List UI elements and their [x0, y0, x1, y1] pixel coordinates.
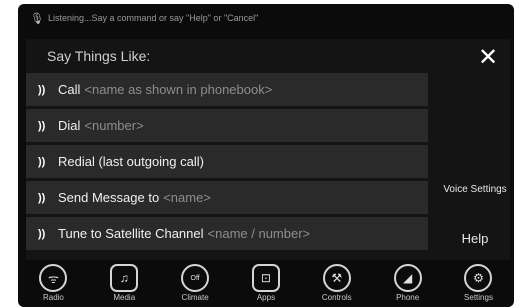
nav-label: Apps	[256, 293, 276, 302]
nav-label: Media	[113, 293, 136, 302]
bottom-nav-bar: ᯤ Radio ♫ Media Off Climate ⊡ Apps ⚒ Con…	[18, 261, 514, 307]
nav-label: Climate	[181, 293, 209, 302]
speak-icon: ))	[38, 119, 46, 132]
nav-controls[interactable]: ⚒ Controls	[309, 261, 365, 302]
command-text: Dial	[58, 118, 81, 133]
nav-media[interactable]: ♫ Media	[96, 261, 152, 302]
command-text: Tune to Satellite Channel	[58, 226, 204, 241]
speak-icon: ))	[38, 155, 46, 168]
wrench-icon: ⚒	[322, 264, 351, 292]
status-bar: 🎙 Listening...Say a command or say "Help…	[18, 4, 514, 32]
help-button[interactable]: Help	[440, 228, 510, 250]
command-text: Send Message to	[58, 190, 160, 205]
command-text: Call	[58, 82, 81, 97]
command-hint: <name>	[163, 190, 211, 205]
status-text: Listening...Say a command or say "Help" …	[47, 13, 259, 23]
command-dial[interactable]: )) Dial <number>	[26, 109, 428, 142]
speak-icon: ))	[38, 191, 46, 204]
nav-label: Radio	[42, 293, 64, 302]
command-redial[interactable]: )) Redial (last outgoing call)	[26, 145, 428, 178]
panel-header: Say Things Like: ✕	[26, 39, 510, 73]
music-note-icon: ♫	[110, 264, 139, 292]
panel-title: Say Things Like:	[47, 48, 151, 64]
command-tune-satellite[interactable]: )) Tune to Satellite Channel <name / num…	[26, 217, 428, 250]
command-send-message[interactable]: )) Send Message to <name>	[26, 181, 428, 214]
command-hint: <name as shown in phonebook>	[84, 82, 273, 97]
command-call[interactable]: )) Call <name as shown in phonebook>	[26, 73, 428, 106]
nav-apps[interactable]: ⊡ Apps	[238, 261, 294, 302]
command-hint: <number>	[84, 118, 144, 133]
nav-settings[interactable]: ⚙ Settings	[450, 261, 506, 302]
command-hint: <name / number>	[207, 226, 311, 241]
speak-icon: ))	[38, 83, 46, 96]
voice-settings-button[interactable]: Voice Settings	[440, 184, 510, 214]
command-list: )) Call <name as shown in phonebook> )) …	[26, 73, 428, 253]
nav-label: Settings	[464, 293, 493, 302]
mic-listening-icon: 🎙	[30, 12, 44, 25]
radio-icon: ᯤ	[39, 264, 68, 292]
apps-icon: ⊡	[251, 264, 280, 292]
command-text: Redial (last outgoing call)	[58, 154, 204, 169]
nav-label: Controls	[321, 293, 352, 302]
gear-icon: ⚙	[464, 264, 493, 292]
close-button[interactable]: ✕	[472, 43, 504, 71]
voice-command-panel: Say Things Like: ✕ )) Call <name as show…	[26, 39, 510, 260]
nav-climate[interactable]: Off Climate	[167, 261, 223, 302]
speak-icon: ))	[38, 227, 46, 240]
nav-radio[interactable]: ᯤ Radio	[25, 261, 81, 302]
nav-label: Phone	[396, 293, 420, 302]
nav-phone[interactable]: ◢ Phone	[380, 261, 436, 302]
uconnect-screen: 🎙 Listening...Say a command or say "Help…	[18, 4, 514, 307]
phone-icon: ◢	[393, 264, 422, 292]
climate-off-icon: Off	[181, 264, 210, 292]
